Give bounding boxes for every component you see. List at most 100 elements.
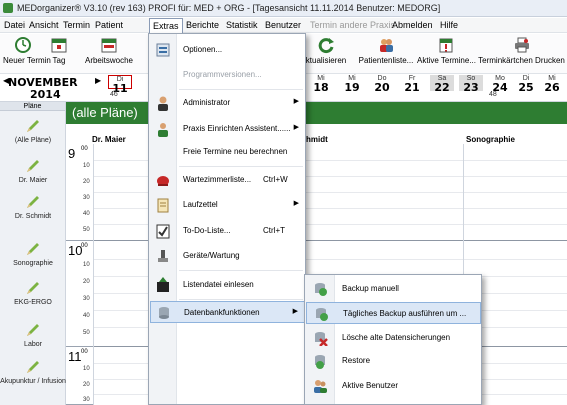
active-appointments-button[interactable]: Aktive Termine... (417, 36, 476, 65)
column-header-sonographie: Sonographie (466, 135, 515, 144)
column-header-dr-maier: Dr. Maier (92, 135, 126, 144)
menu-item-label: Laufzettel (183, 200, 218, 209)
patient-list-label: Patientenliste... (358, 56, 414, 65)
sidebar-item-label: Dr. Schmidt (14, 213, 52, 220)
day-20[interactable]: Do 20 (370, 75, 394, 93)
menu-termin[interactable]: Termin (63, 20, 90, 30)
menu-item-programmversionen[interactable]: Programmversionen... (150, 64, 305, 86)
menu-item-label: Programmversionen... (183, 70, 262, 79)
refresh-label: ktualisieren (305, 56, 347, 65)
sidebar-item-akupunktur[interactable]: Akupunktur / Infusion (0, 359, 66, 385)
menu-benutzer[interactable]: Benutzer (265, 20, 301, 30)
minute-label: 20 (83, 382, 90, 388)
menu-item-praxis-assistent[interactable]: Praxis Einrichten Assistent...... ▶ (150, 118, 305, 140)
title-bar: MEDorganizer® V3.10 (rev 163) PROFI für:… (0, 0, 567, 17)
day-22[interactable]: Sa 22 (430, 75, 454, 93)
hour-minutes: 00 (81, 146, 88, 152)
database-schedule-icon (316, 308, 328, 321)
minute-label: 10 (83, 262, 90, 268)
column-header-dr-schmidt: hmidt (306, 135, 328, 144)
sidebar-item-ekg-ergo[interactable]: EKG-ERGO (0, 280, 66, 306)
import-icon (157, 277, 169, 292)
settings-icon (156, 43, 170, 57)
day-18[interactable]: Mi 18 (309, 75, 333, 93)
day-number: 26 (544, 81, 560, 94)
new-appointment-label: Neuer Termin (3, 56, 51, 65)
day-view-button[interactable]: Tag (49, 36, 69, 65)
day-25[interactable]: Di 25 (514, 75, 538, 93)
submenu-item-delete-backups[interactable]: Lösche alte Datensicherungen (306, 327, 481, 349)
minute-label: 10 (83, 366, 90, 372)
menu-item-datenbankfunktionen[interactable]: Datenbankfunktionen ▶ (150, 301, 305, 323)
sidebar-item-dr-maier[interactable]: Dr. Maier (0, 158, 66, 184)
bell-icon (157, 176, 169, 186)
menu-abmelden[interactable]: Abmelden (392, 20, 433, 30)
menu-hilfe[interactable]: Hilfe (440, 20, 458, 30)
calendar-week-icon (101, 38, 117, 53)
submenu-item-label: Restore (342, 356, 371, 365)
sidebar-item-label: Dr. Maier (18, 177, 48, 184)
day-21[interactable]: Fr 21 (400, 75, 424, 93)
day-19[interactable]: Mi 19 (340, 75, 364, 93)
minute-label: 20 (83, 279, 90, 285)
hour-label: 9 (68, 146, 76, 161)
menu-item-label: Listendatei einlesen (183, 280, 254, 289)
submenu-arrow-icon: ▶ (293, 200, 299, 207)
minute-label: 50 (83, 330, 90, 336)
minute-label: 20 (83, 179, 90, 185)
calendar-header: (alle Pläne) (66, 102, 567, 124)
workweek-label: Arbeitswoche (84, 56, 134, 65)
print-cards-button[interactable]: Terminkärtchen Drucken (478, 36, 565, 65)
menu-item-geraete[interactable]: Geräte/Wartung (150, 245, 305, 267)
new-appointment-button[interactable]: Neuer Termin (3, 36, 51, 65)
menu-ansicht[interactable]: Ansicht (29, 20, 59, 30)
day-23[interactable]: So 23 (459, 75, 483, 94)
menu-termin-andere-praxis[interactable]: Termin andere Praxis (310, 20, 395, 30)
menu-datei[interactable]: Datei (4, 20, 25, 30)
menu-item-label: Datenbankfunktionen (184, 308, 260, 317)
pencil-icon (27, 324, 39, 336)
menu-item-freie-termine[interactable]: Freie Termine neu berechnen (150, 141, 305, 163)
minute-label: 50 (83, 227, 90, 233)
clock-add-icon (15, 37, 31, 53)
submenu-item-active-users[interactable]: Aktive Benutzer (306, 375, 481, 397)
database-icon (159, 307, 169, 319)
day-11[interactable]: Di 11 (108, 75, 132, 94)
refresh-button[interactable]: ktualisieren (302, 36, 350, 65)
menu-statistik[interactable]: Statistik (226, 20, 258, 30)
submenu-item-daily-backup[interactable]: Tägliches Backup ausführen um ... (306, 302, 481, 324)
sidebar-item-sonographie[interactable]: Sonographie (0, 241, 66, 267)
workweek-button[interactable]: Arbeitswoche (78, 36, 140, 65)
active-appointments-label: Aktive Termine... (417, 56, 476, 65)
next-month-icon[interactable]: ▶ (95, 76, 101, 85)
menu-item-todo[interactable]: To-Do-Liste... Ctrl+T (150, 220, 305, 242)
print-cards-label: Terminkärtchen Drucken (478, 56, 565, 65)
day-26[interactable]: Mi 26 (540, 75, 564, 93)
sidebar-item-label: Sonographie (13, 260, 53, 267)
menu-item-administrator[interactable]: Administrator ▶ (150, 92, 305, 114)
pencil-icon (27, 196, 39, 208)
menu-item-shortcut: Ctrl+T (263, 226, 285, 235)
patient-list-button[interactable]: Patientenliste... (355, 36, 417, 65)
menu-item-laufzettel[interactable]: Laufzettel ▶ (150, 194, 305, 216)
day-number: 25 (518, 81, 534, 94)
admin-user-icon (158, 96, 168, 111)
menu-item-optionen[interactable]: Optionen... (150, 39, 305, 61)
menu-item-wartezimmerliste[interactable]: Wartezimmerliste... Ctrl+W (150, 169, 305, 191)
day-number: 23 (463, 81, 479, 94)
sidebar-item-dr-schmidt[interactable]: Dr. Schmidt (0, 194, 66, 220)
submenu-item-backup-manuell[interactable]: Backup manuell (306, 278, 481, 300)
submenu-item-restore[interactable]: Restore (306, 350, 481, 372)
sidebar-item-labor[interactable]: Labor (0, 322, 66, 348)
window-title: MEDorganizer® V3.10 (rev 163) PROFI für:… (17, 3, 441, 13)
menu-berichte[interactable]: Berichte (186, 20, 219, 30)
submenu-item-label: Backup manuell (342, 284, 399, 293)
menu-extras[interactable]: Extras (149, 18, 183, 33)
alert-calendar-icon (439, 38, 452, 53)
minute-label: 30 (83, 195, 90, 201)
menu-patient[interactable]: Patient (95, 20, 123, 30)
sidebar-item-all-plans[interactable]: (Alle Pläne) (0, 118, 66, 144)
day-number: 19 (344, 81, 360, 94)
printer-icon (514, 37, 529, 53)
menu-item-listendatei[interactable]: Listendatei einlesen (150, 274, 305, 296)
